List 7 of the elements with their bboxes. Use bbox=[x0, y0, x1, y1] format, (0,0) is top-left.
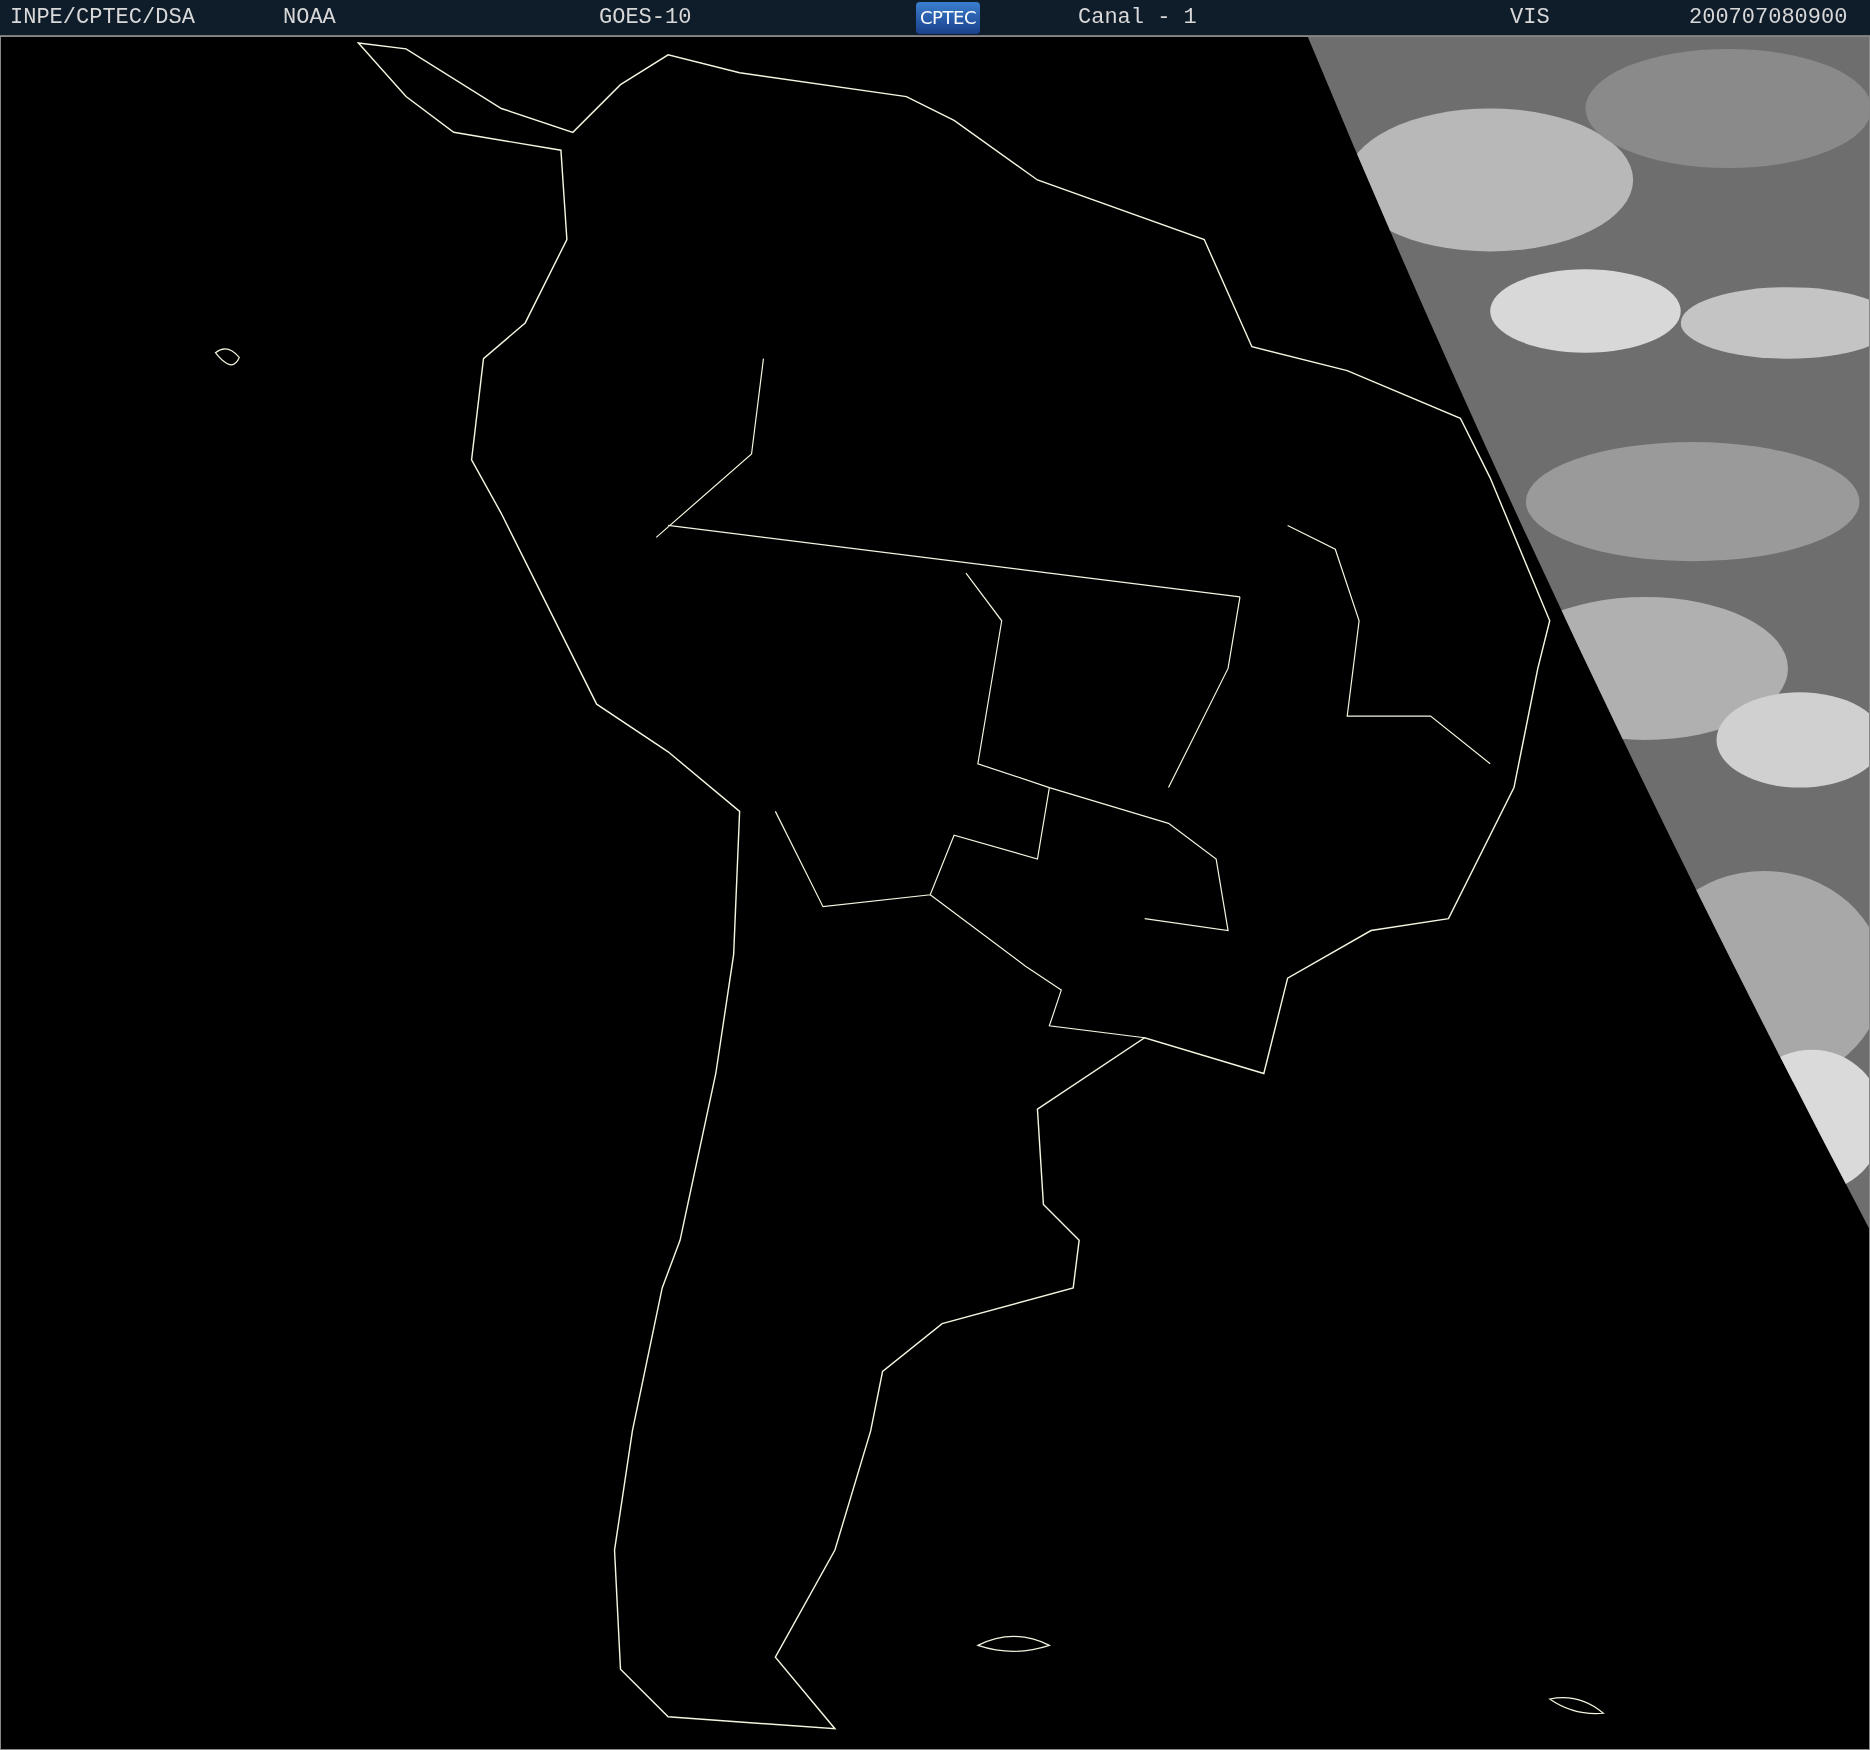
header-label: NOAA bbox=[283, 5, 336, 30]
header-label: INPE/CPTEC/DSA bbox=[10, 5, 195, 30]
logo: CPTEC bbox=[916, 1, 981, 34]
header-label: 200707080900 bbox=[1689, 5, 1848, 30]
header-label: GOES-10 bbox=[599, 5, 692, 30]
header-label: VIS bbox=[1510, 5, 1550, 30]
header-label: Canal - 1 bbox=[1078, 5, 1197, 30]
